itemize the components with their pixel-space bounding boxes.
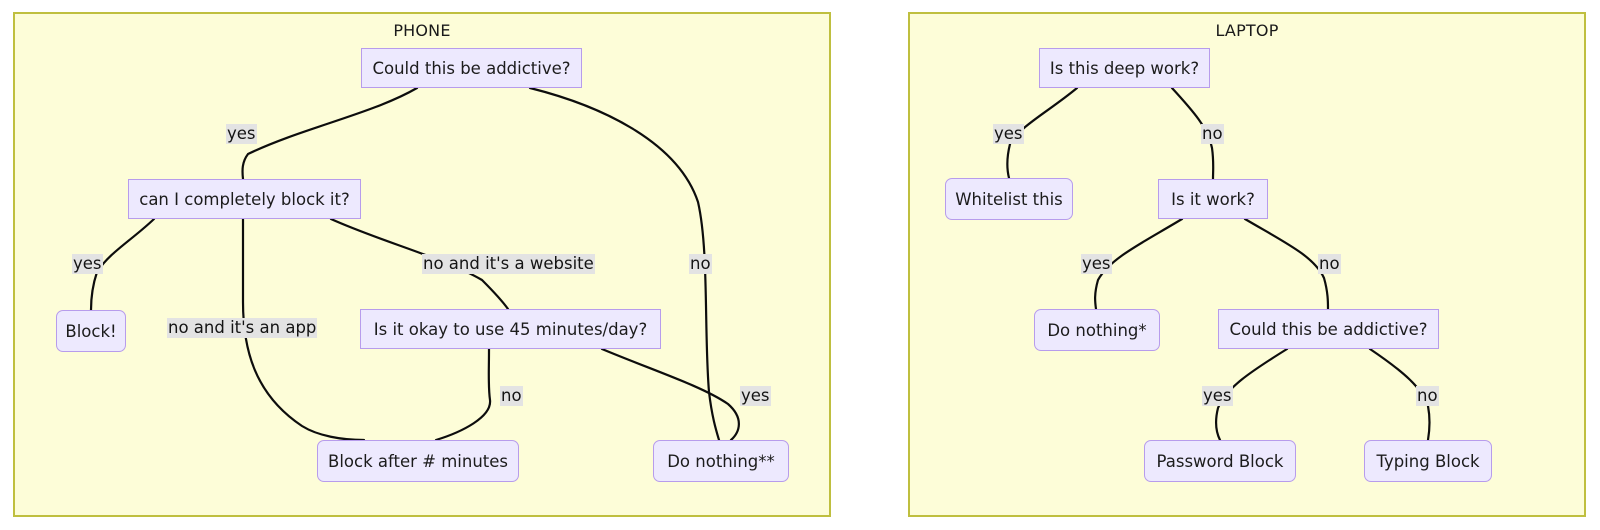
node-label: Is this deep work? [1049,58,1200,78]
node-label: can I completely block it? [139,189,350,209]
edge-label-p_l_yes_45: yes [740,386,771,406]
node-l_typing[interactable]: Typing Block [1364,440,1492,482]
node-p_45min[interactable]: Is it okay to use 45 minutes/day? [360,309,661,349]
node-l_addictive[interactable]: Could this be addictive? [1218,309,1439,349]
node-label: Do nothing** [667,451,775,471]
edge-p_root-to-p_block_q [241,86,419,181]
edge-label-l_l_no_addict: no [1416,386,1439,406]
node-p_block[interactable]: Block! [56,310,126,352]
diagram-canvas: PHONE Could this be addictive? can I compl… [0,0,1600,530]
node-l_password[interactable]: Password Block [1144,440,1296,482]
edge-label-p_l_yes_block: yes [72,254,103,274]
node-l_root[interactable]: Is this deep work? [1039,48,1210,88]
node-p_blockafter[interactable]: Block after # minutes [317,440,519,482]
edge-label-p_l_app: no and it's an app [167,318,318,338]
node-p_block_q[interactable]: can I completely block it? [128,179,361,219]
edge-label-l_l_no_work: no [1318,254,1341,274]
node-label: Block after # minutes [328,451,509,471]
edge-label-p_l_no_root: no [689,254,712,274]
edge-label-l_l_yes_addict: yes [1202,386,1233,406]
edge-label-l_l_yes_work: yes [1081,254,1112,274]
node-label: Could this be addictive? [1229,319,1428,339]
node-label: Whitelist this [955,189,1063,209]
node-label: Typing Block [1376,451,1480,471]
edge-label-l_l_no_root: no [1201,124,1224,144]
node-p_donothing[interactable]: Do nothing** [653,440,789,482]
node-p_root[interactable]: Could this be addictive? [361,48,582,88]
panel-laptop: LAPTOP Is this deep work? Whitelist this Is… [908,12,1586,517]
edge-p_45min-to-p_blockafter [434,347,492,442]
edge-label-p_l_no_45: no [500,386,523,406]
node-label: Could this be addictive? [372,58,571,78]
edge-label-l_l_yes_root: yes [993,124,1024,144]
edge-l_iswork-to-l_addictive [1243,217,1330,311]
edge-p_45min-to-p_donothing [600,347,740,442]
node-l_donothing[interactable]: Do nothing* [1034,309,1160,351]
node-label: Password Block [1156,451,1284,471]
edge-label-p_l_yes_root: yes [226,124,257,144]
node-label: Do nothing* [1047,320,1147,340]
node-label: Block! [65,321,117,341]
node-l_whitelist[interactable]: Whitelist this [945,178,1073,220]
edge-label-p_l_website: no and it's a website [422,254,595,274]
panel-phone: PHONE Could this be addictive? can I compl… [13,12,831,517]
node-label: Is it work? [1171,189,1255,209]
node-l_iswork[interactable]: Is it work? [1158,179,1268,219]
node-label: Is it okay to use 45 minutes/day? [373,319,648,339]
